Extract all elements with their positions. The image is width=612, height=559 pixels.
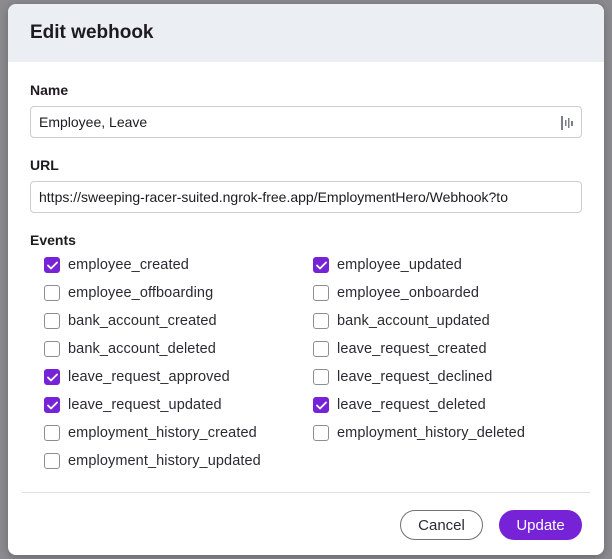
edit-webhook-dialog: Edit webhook Name URL Events employee_cr… bbox=[8, 4, 604, 555]
checkmark-icon bbox=[315, 401, 327, 409]
event-option-employment-history-updated[interactable]: employment_history_updated bbox=[30, 447, 299, 475]
event-checkbox[interactable] bbox=[44, 397, 60, 413]
events-label: Events bbox=[30, 232, 76, 248]
event-option-employment-history-deleted[interactable]: employment_history_deleted bbox=[299, 419, 568, 447]
name-label: Name bbox=[30, 82, 69, 98]
event-label: employment_history_updated bbox=[68, 453, 261, 469]
event-option-employee-onboarded[interactable]: employee_onboarded bbox=[299, 279, 568, 307]
event-option-bank-account-created[interactable]: bank_account_created bbox=[30, 307, 299, 335]
event-label: leave_request_declined bbox=[337, 369, 493, 385]
event-option-bank-account-updated[interactable]: bank_account_updated bbox=[299, 307, 568, 335]
event-label: employee_offboarding bbox=[68, 285, 214, 301]
event-checkbox[interactable] bbox=[44, 425, 60, 441]
event-checkbox[interactable] bbox=[44, 285, 60, 301]
event-option-leave-request-declined[interactable]: leave_request_declined bbox=[299, 363, 568, 391]
event-label: leave_request_created bbox=[337, 341, 487, 357]
event-label: employment_history_created bbox=[68, 425, 257, 441]
event-checkbox[interactable] bbox=[313, 285, 329, 301]
event-label: leave_request_deleted bbox=[337, 397, 486, 413]
event-option-employee-created[interactable]: employee_created bbox=[30, 251, 299, 279]
url-input-wrapper bbox=[30, 181, 582, 213]
event-label: employment_history_deleted bbox=[337, 425, 525, 441]
checkmark-icon bbox=[315, 261, 327, 269]
event-option-bank-account-deleted[interactable]: bank_account_deleted bbox=[30, 335, 299, 363]
event-checkbox[interactable] bbox=[44, 257, 60, 273]
event-option-leave-request-updated[interactable]: leave_request_updated bbox=[30, 391, 299, 419]
event-checkbox[interactable] bbox=[44, 341, 60, 357]
event-label: leave_request_approved bbox=[68, 369, 230, 385]
event-label: employee_onboarded bbox=[337, 285, 480, 301]
event-label: bank_account_deleted bbox=[68, 341, 216, 357]
event-checkbox[interactable] bbox=[313, 369, 329, 385]
footer-divider bbox=[22, 492, 590, 493]
event-checkbox[interactable] bbox=[313, 341, 329, 357]
event-label: leave_request_updated bbox=[68, 397, 222, 413]
checkmark-icon bbox=[46, 373, 58, 381]
update-button[interactable]: Update bbox=[499, 510, 582, 540]
event-option-leave-request-deleted[interactable]: leave_request_deleted bbox=[299, 391, 568, 419]
event-checkbox[interactable] bbox=[313, 425, 329, 441]
name-input[interactable] bbox=[31, 107, 581, 137]
dialog-header: Edit webhook bbox=[8, 4, 604, 62]
event-option-employee-offboarding[interactable]: employee_offboarding bbox=[30, 279, 299, 307]
url-label: URL bbox=[30, 157, 59, 173]
event-checkbox[interactable] bbox=[313, 257, 329, 273]
event-label: employee_updated bbox=[337, 257, 462, 273]
dialog-footer: Cancel Update bbox=[400, 510, 582, 540]
name-input-wrapper bbox=[30, 106, 582, 138]
event-checkbox[interactable] bbox=[313, 397, 329, 413]
modal-backdrop-left bbox=[0, 0, 8, 559]
event-option-leave-request-approved[interactable]: leave_request_approved bbox=[30, 363, 299, 391]
event-checkbox[interactable] bbox=[313, 313, 329, 329]
dialog-title: Edit webhook bbox=[30, 22, 154, 43]
event-option-leave-request-created[interactable]: leave_request_created bbox=[299, 335, 568, 363]
event-checkbox[interactable] bbox=[44, 453, 60, 469]
event-label: bank_account_updated bbox=[337, 313, 490, 329]
cancel-button[interactable]: Cancel bbox=[400, 510, 483, 540]
checkmark-icon bbox=[46, 401, 58, 409]
event-checkbox[interactable] bbox=[44, 369, 60, 385]
url-input[interactable] bbox=[31, 182, 581, 212]
barcode-icon[interactable] bbox=[561, 115, 573, 131]
event-option-employee-updated[interactable]: employee_updated bbox=[299, 251, 568, 279]
event-label: bank_account_created bbox=[68, 313, 217, 329]
event-label: employee_created bbox=[68, 257, 189, 273]
dialog-body: Name URL Events employee_createdemployee… bbox=[8, 62, 604, 475]
checkmark-icon bbox=[46, 261, 58, 269]
modal-backdrop-right bbox=[604, 0, 612, 559]
event-checkbox[interactable] bbox=[44, 313, 60, 329]
event-option-employment-history-created[interactable]: employment_history_created bbox=[30, 419, 299, 447]
events-grid: employee_created employee_updated employee… bbox=[30, 251, 582, 475]
